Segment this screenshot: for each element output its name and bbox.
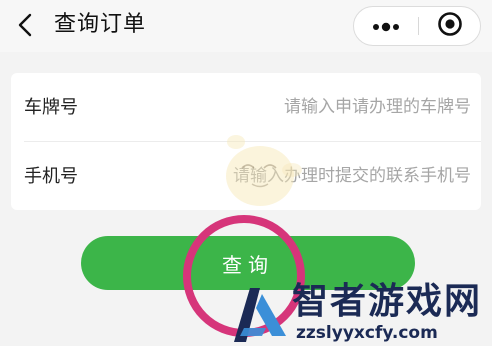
phone-label: 手机号	[24, 166, 78, 187]
plate-label: 车牌号	[24, 97, 78, 118]
plate-input[interactable]	[131, 91, 471, 123]
nav-bar: 查询订单	[0, 0, 492, 52]
back-button[interactable]	[13, 12, 39, 38]
plate-row: 车牌号	[11, 73, 481, 141]
more-button[interactable]	[354, 7, 418, 45]
mini-program-capsule	[353, 6, 481, 46]
target-close-icon	[437, 11, 463, 41]
watermark-url: zzslyyxcfy.com	[296, 323, 438, 343]
watermark-logo-icon	[234, 288, 286, 342]
phone-row: 手机号	[11, 142, 481, 210]
page-title: 查询订单	[54, 12, 147, 37]
query-button[interactable]: 查询	[81, 236, 415, 290]
phone-input[interactable]	[131, 160, 471, 192]
more-dots-icon	[371, 17, 401, 36]
chevron-left-icon	[13, 12, 39, 38]
query-form: 车牌号 手机号	[11, 73, 481, 210]
close-button[interactable]	[419, 7, 481, 45]
